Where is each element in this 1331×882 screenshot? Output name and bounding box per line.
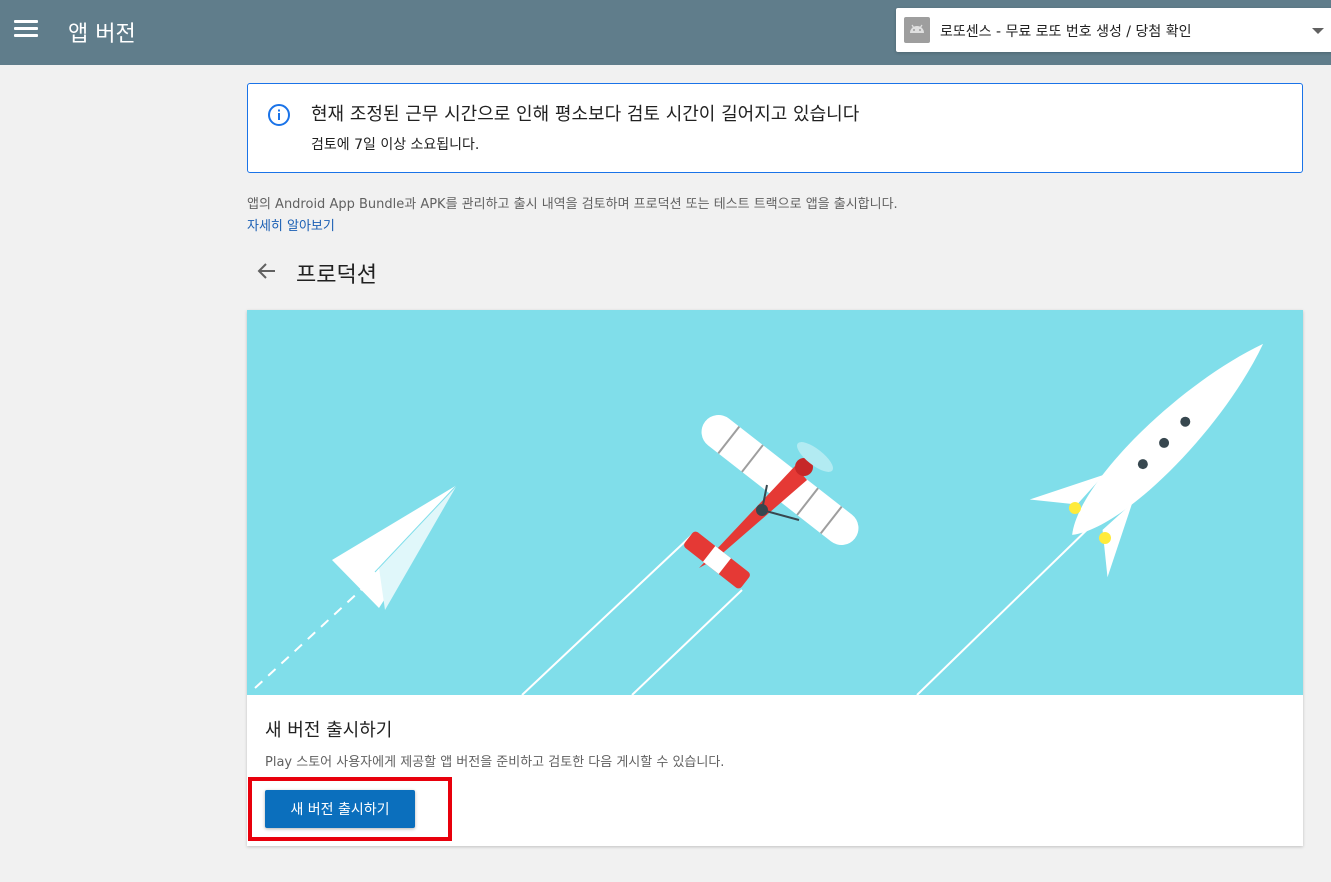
release-card: 새 버전 출시하기 Play 스토어 사용자에게 제공할 앱 버전을 준비하고 … (247, 310, 1303, 846)
info-icon (268, 104, 290, 126)
chevron-down-icon (1312, 28, 1324, 34)
app-selector-value: 로또센스 - 무료 로또 번호 생성 / 당첨 확인 (940, 24, 1192, 40)
android-app-icon (904, 17, 930, 43)
top-app-bar: 앱 버전 로또센스 - 무료 로또 번호 생성 / 당첨 확인 (0, 0, 1331, 65)
hero-illustration (247, 310, 1303, 695)
release-card-title: 새 버전 출시하기 (265, 720, 393, 741)
highlight-annotation-box (248, 777, 452, 841)
back-arrow-icon[interactable] (254, 258, 280, 284)
release-card-description: Play 스토어 사용자에게 제공할 앱 버전을 준비하고 검토한 다음 게시할… (265, 755, 725, 770)
review-time-notice: 현재 조정된 근무 시간으로 인해 평소보다 검토 시간이 길어지고 있습니다 … (247, 83, 1303, 173)
section-title: 프로덕션 (296, 263, 377, 288)
page-title: 앱 버전 (68, 22, 136, 47)
app-selector-dropdown[interactable]: 로또센스 - 무료 로또 번호 생성 / 당첨 확인 (896, 8, 1331, 52)
learn-more-link[interactable]: 자세히 알아보기 (247, 215, 335, 234)
menu-icon[interactable] (14, 20, 38, 42)
page-description: 앱의 Android App Bundle과 APK를 관리하고 출시 내역을 … (247, 197, 898, 212)
notice-title: 현재 조정된 근무 시간으로 인해 평소보다 검토 시간이 길어지고 있습니다 (311, 104, 860, 125)
notice-body: 검토에 7일 이상 소요됩니다. (311, 137, 480, 153)
